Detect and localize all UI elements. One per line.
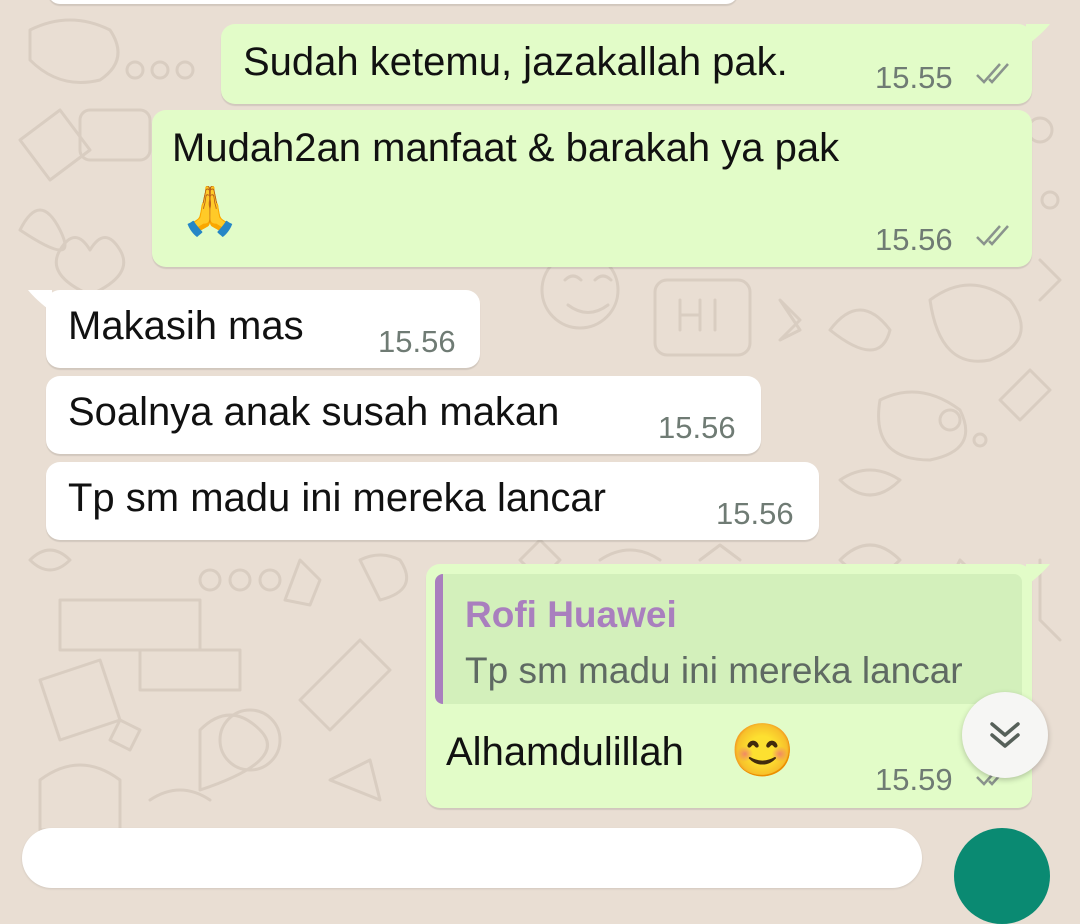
message-outgoing[interactable]: Sudah ketemu, jazakallah pak. 15.55 (221, 24, 1050, 104)
message-outgoing-reply[interactable]: Rofi Huawei Tp sm madu ini mereka lancar… (426, 564, 1050, 808)
message-text: Soalnya anak susah makan (68, 390, 560, 434)
pray-emoji: 🙏 (180, 185, 240, 238)
bubble-tail (1026, 24, 1050, 46)
quote-text: Tp sm madu ini mereka lancar (465, 650, 963, 691)
message-text: Alhamdulillah (446, 730, 684, 774)
message-outgoing[interactable]: Mudah2an manfaat & barakah ya pak 🙏 15.5… (152, 110, 1032, 267)
message-time: 15.56 (658, 410, 736, 445)
message-text: Sudah ketemu, jazakallah pak. (243, 40, 788, 84)
quoted-message[interactable]: Rofi Huawei Tp sm madu ini mereka lancar (435, 574, 1022, 704)
quote-accent-bar (435, 574, 443, 704)
double-check-icon (976, 63, 1009, 84)
message-text: Tp sm madu ini mereka lancar (68, 476, 606, 520)
message-text: Mudah2an manfaat & barakah ya pak (172, 126, 840, 170)
chevron-double-down-icon (990, 722, 1020, 748)
message-time: 15.56 (378, 324, 456, 359)
double-check-icon (976, 225, 1009, 246)
scroll-to-bottom-button[interactable] (962, 692, 1048, 778)
message-time: 15.56 (875, 222, 953, 257)
bubble-tail (28, 290, 52, 312)
message-time: 15.56 (716, 496, 794, 531)
message-input-bar[interactable] (22, 828, 922, 888)
message-incoming[interactable]: Makasih mas 15.56 (28, 290, 480, 368)
message-incoming[interactable]: Tp sm madu ini mereka lancar 15.56 (46, 462, 819, 540)
message-incoming[interactable]: Soalnya anak susah makan 15.56 (46, 376, 761, 454)
previous-message-bubble[interactable] (48, 0, 738, 4)
message-time: 15.59 (875, 762, 953, 797)
bubble-tail (1026, 564, 1050, 586)
mic-send-button[interactable] (954, 828, 1050, 924)
quote-author: Rofi Huawei (465, 594, 677, 635)
smile-emoji: 😊 (730, 722, 795, 780)
message-time: 15.55 (875, 60, 953, 95)
message-text: Makasih mas (68, 304, 304, 348)
